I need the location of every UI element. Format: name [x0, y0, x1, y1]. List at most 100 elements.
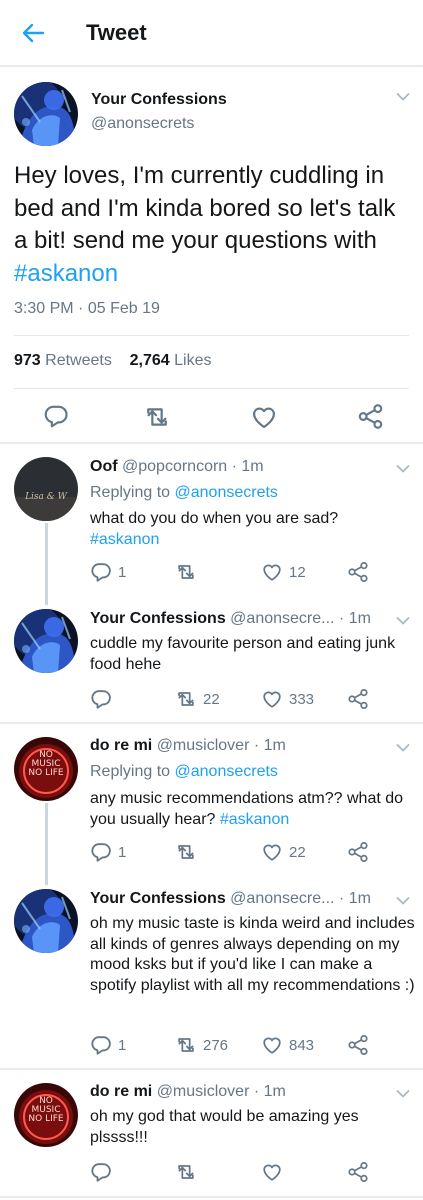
- divider: [14, 388, 409, 389]
- retweet-icon[interactable]: [175, 688, 197, 710]
- share-icon[interactable]: [347, 561, 369, 583]
- retweet-count: 973: [14, 352, 41, 369]
- reply-icon[interactable]: [43, 403, 69, 429]
- likes-stat[interactable]: 2,764 Likes: [130, 352, 212, 369]
- like-icon[interactable]: [250, 403, 278, 431]
- like-icon[interactable]: [261, 841, 283, 863]
- back-arrow-icon[interactable]: [20, 20, 46, 46]
- replying-label: Replying to: [90, 763, 175, 780]
- thread-line: [45, 803, 48, 885]
- reply-count: 1: [118, 844, 127, 861]
- share-icon[interactable]: [347, 841, 369, 863]
- mention-link[interactable]: @anonsecrets: [175, 484, 278, 501]
- hashtag-link[interactable]: #askanon: [220, 811, 289, 828]
- reply-avatar[interactable]: NO MUSIC NO LIFE: [14, 737, 78, 801]
- divider: [0, 1068, 423, 1070]
- reply-count: 1: [118, 1037, 127, 1054]
- chevron-down-icon[interactable]: [396, 743, 410, 753]
- avatar-image: Lisa & W: [14, 457, 78, 521]
- like-count: 2,764: [129, 352, 170, 369]
- mention-link[interactable]: @anonsecrets: [175, 763, 278, 780]
- reply-text: cuddle my favourite person and eating ju…: [90, 635, 396, 673]
- page-title: Tweet: [86, 20, 147, 45]
- reply-author-handle[interactable]: @anonsecre... · 1m: [230, 610, 371, 627]
- reply-count: 1: [118, 564, 127, 581]
- reply-avatar[interactable]: [14, 609, 78, 673]
- reply-author-name[interactable]: do re mi: [90, 1083, 152, 1100]
- tweet-date: 05 Feb 19: [87, 300, 160, 317]
- chevron-down-icon[interactable]: [396, 896, 410, 906]
- avatar-caption: Lisa & W: [24, 492, 68, 502]
- like-icon[interactable]: [261, 561, 283, 583]
- reply-author-handle[interactable]: @musiclover · 1m: [157, 1083, 286, 1100]
- retweet-icon[interactable]: [175, 841, 197, 863]
- share-icon[interactable]: [357, 403, 384, 430]
- share-icon[interactable]: [347, 1034, 369, 1056]
- reply-author-handle[interactable]: @musiclover · 1m: [157, 737, 286, 754]
- avatar-image: [14, 82, 78, 146]
- tweet-text: Hey loves, I'm currently cuddling in bed…: [14, 160, 414, 290]
- reply-icon[interactable]: [90, 1161, 112, 1183]
- like-icon[interactable]: [261, 1161, 283, 1183]
- like-count: 333: [289, 691, 315, 708]
- reply-author-name[interactable]: do re mi: [90, 737, 152, 754]
- author-handle[interactable]: @anonsecrets: [91, 115, 194, 133]
- replying-to: Replying to @anonsecrets: [90, 484, 278, 502]
- reply-icon[interactable]: [90, 561, 112, 583]
- reply-text: what do you do when you are sad? #askanon: [90, 509, 415, 550]
- retweet-icon[interactable]: [175, 1161, 197, 1183]
- chevron-down-icon[interactable]: [396, 92, 410, 102]
- avatar-caption: NO MUSIC NO LIFE: [28, 1096, 64, 1124]
- reply-author-name[interactable]: Your Confessions: [90, 890, 226, 907]
- like-icon[interactable]: [261, 1034, 283, 1056]
- divider: [0, 442, 423, 444]
- chevron-down-icon[interactable]: [396, 1089, 410, 1099]
- avatar-image: NO MUSIC NO LIFE: [14, 1083, 78, 1147]
- reply-header: do re mi @musiclover · 1m: [90, 1083, 286, 1101]
- reply-avatar[interactable]: [14, 889, 78, 953]
- like-count: 843: [289, 1037, 315, 1054]
- retweet-icon[interactable]: [175, 1034, 197, 1056]
- reply-text: oh my god that would be amazing yes plss…: [90, 1108, 359, 1146]
- retweet-icon[interactable]: [143, 403, 171, 431]
- divider: [0, 1196, 423, 1198]
- tweet-body: Hey loves, I'm currently cuddling in bed…: [14, 162, 396, 254]
- retweets-stat[interactable]: 973 Retweets: [14, 352, 112, 369]
- separator-dot: ·: [78, 300, 84, 317]
- tweet-timestamp: 3:30 PM · 05 Feb 19: [14, 300, 160, 318]
- divider: [0, 722, 423, 724]
- like-icon[interactable]: [261, 688, 283, 710]
- reply-body: what do you do when you are sad?: [90, 510, 339, 527]
- replying-label: Replying to: [90, 484, 175, 501]
- reply-author-name[interactable]: Oof: [90, 458, 118, 475]
- reply-author-handle[interactable]: @popcorncorn · 1m: [122, 458, 264, 475]
- reply-header: Oof @popcorncorn · 1m: [90, 458, 264, 476]
- reply-icon[interactable]: [90, 841, 112, 863]
- top-app-bar: Tweet: [0, 0, 423, 67]
- retweet-count: 276: [203, 1037, 229, 1054]
- chevron-down-icon[interactable]: [396, 616, 410, 626]
- hashtag-link[interactable]: #askanon: [90, 530, 415, 551]
- reply-author-name[interactable]: Your Confessions: [90, 610, 226, 627]
- divider: [14, 335, 409, 336]
- avatar-image: [14, 889, 78, 953]
- reply-avatar[interactable]: Lisa & W: [14, 457, 78, 521]
- avatar-image: [14, 609, 78, 673]
- avatar-image: NO MUSIC NO LIFE: [14, 737, 78, 801]
- like-count: 12: [289, 564, 306, 581]
- likes-label: Likes: [174, 352, 212, 369]
- reply-author-handle[interactable]: @anonsecre... · 1m: [230, 890, 371, 907]
- reply-icon[interactable]: [90, 1034, 112, 1056]
- share-icon[interactable]: [347, 1161, 369, 1183]
- retweet-icon[interactable]: [175, 561, 197, 583]
- hashtag-link[interactable]: #askanon: [14, 260, 118, 287]
- reply-avatar[interactable]: NO MUSIC NO LIFE: [14, 1083, 78, 1147]
- author-avatar[interactable]: [14, 82, 78, 146]
- like-count: 22: [289, 844, 306, 861]
- reply-icon[interactable]: [90, 688, 112, 710]
- chevron-down-icon[interactable]: [396, 464, 410, 474]
- share-icon[interactable]: [347, 688, 369, 710]
- author-name[interactable]: Your Confessions: [91, 91, 227, 109]
- reply-text: any music recommendations atm?? what do …: [90, 789, 415, 830]
- replying-to: Replying to @anonsecrets: [90, 763, 278, 781]
